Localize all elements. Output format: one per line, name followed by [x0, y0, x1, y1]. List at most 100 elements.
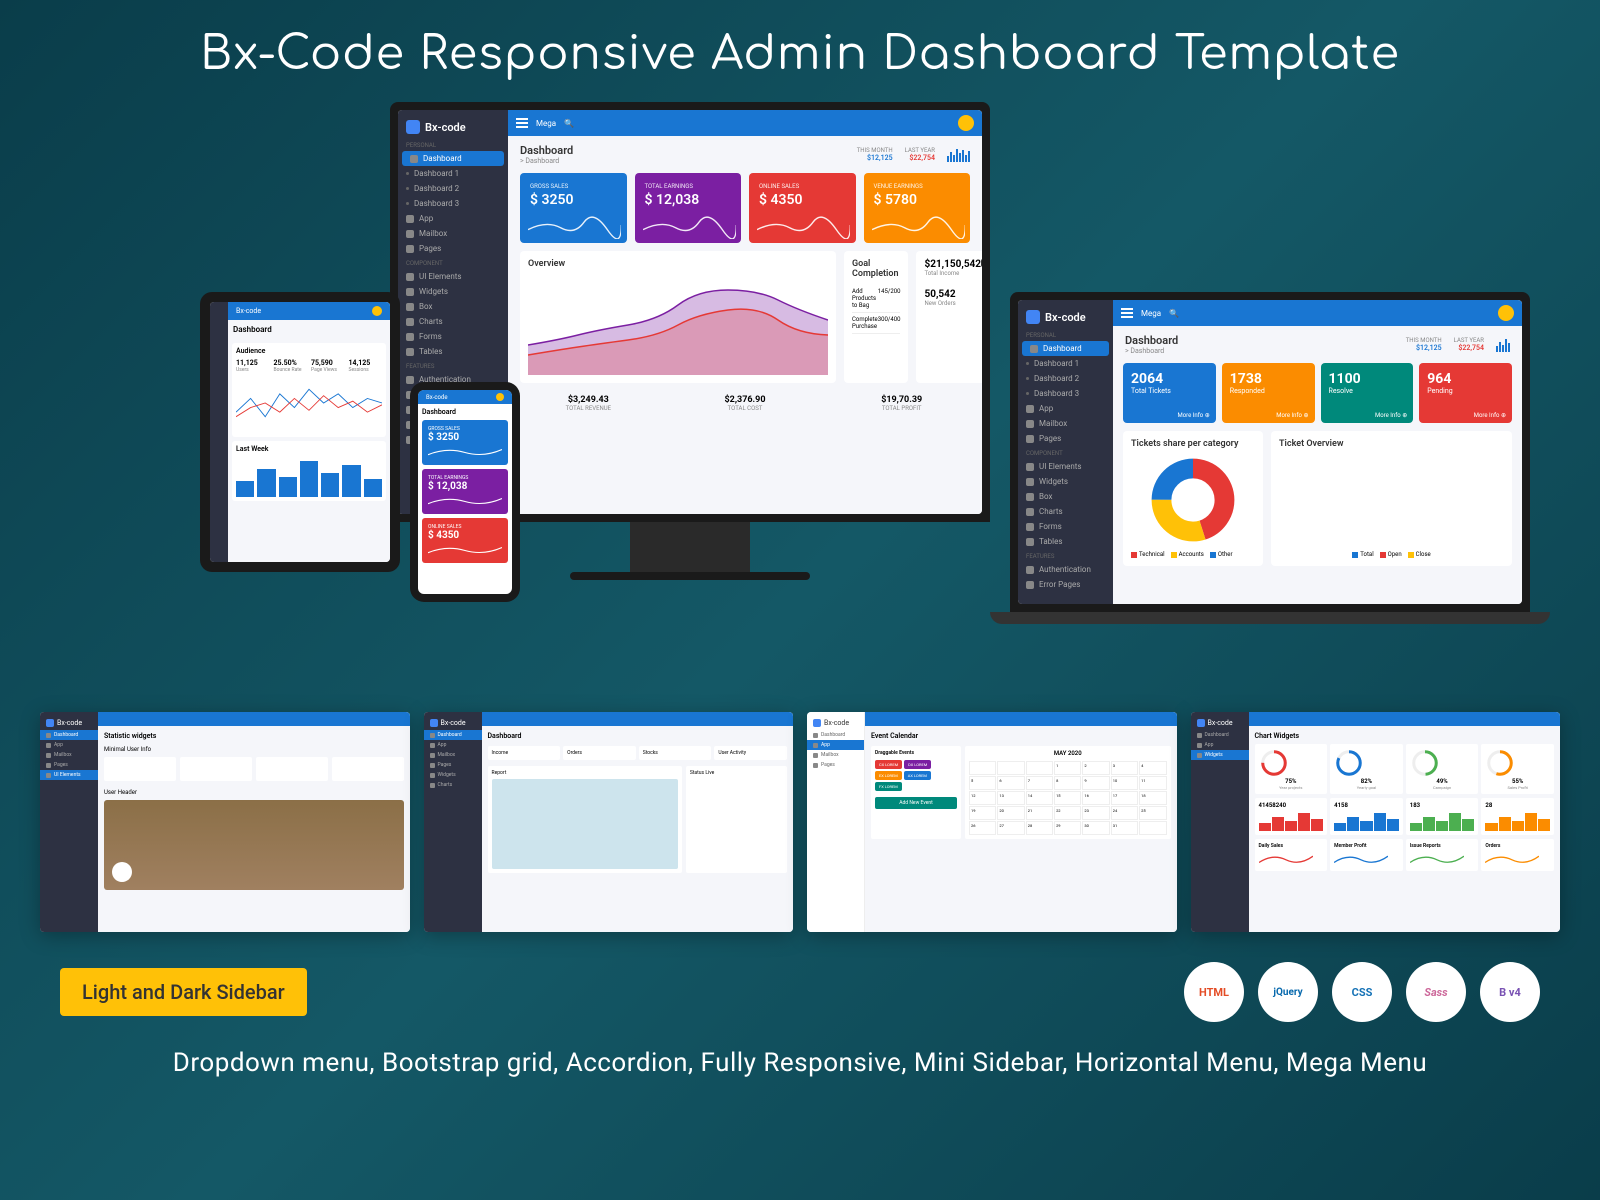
mega-menu[interactable]: Mega [536, 119, 556, 128]
lock-icon [406, 376, 414, 384]
calendar-cell[interactable]: 19 [969, 806, 996, 820]
main-title: Bx-Code Responsive Admin Dashboard Templ… [0, 0, 1600, 102]
revenue-stat: $3,249.43TOTAL REVENUE [520, 395, 657, 412]
calendar-cell[interactable]: 27 [997, 821, 1024, 835]
mini-chart-card: Daily Sales [1255, 839, 1328, 871]
calendar-cell[interactable]: 26 [969, 821, 996, 835]
calendar-cell[interactable]: 14 [1026, 791, 1053, 805]
mini-chart-card: Issue Reports [1406, 839, 1479, 871]
calendar-cell[interactable]: 20 [997, 806, 1024, 820]
menu-toggle-icon[interactable] [1121, 308, 1133, 318]
event-chip[interactable]: CX LOREM [875, 760, 902, 769]
calendar-cell[interactable]: 1 [1054, 761, 1081, 775]
css3-icon: CSS [1332, 962, 1392, 1022]
event-chip[interactable]: EX LOREM [875, 771, 902, 780]
phone-stat-card: TOTAL EARNINGS$ 12,038 [422, 469, 508, 514]
sidebar-section-component: COMPONENT [398, 256, 508, 269]
gauge-card: 75%Year projects [1255, 744, 1328, 794]
calendar-cell[interactable]: 6 [997, 776, 1024, 790]
app-icon [406, 215, 414, 223]
calendar-cell[interactable]: 9 [1082, 776, 1109, 790]
sass-icon: Sass [1406, 962, 1466, 1022]
calendar-cell[interactable]: 21 [1026, 806, 1053, 820]
box-icon [406, 303, 414, 311]
tablet-stat: 75,590Page Views [311, 359, 345, 373]
calendar-cell[interactable]: 15 [1054, 791, 1081, 805]
calendar-cell[interactable]: 2 [1082, 761, 1109, 775]
calendar-cell[interactable]: 5 [969, 776, 996, 790]
tech-badges: HTML jQuery CSS Sass B v4 [1184, 962, 1540, 1022]
add-event-button[interactable]: Add New Event [875, 797, 957, 809]
event-chip[interactable]: AX LOREM [904, 771, 931, 780]
tablet-stat: 14,125Sessions [349, 359, 383, 373]
calendar-cell[interactable]: 22 [1054, 806, 1081, 820]
calendar-cell[interactable]: 11 [1139, 776, 1166, 790]
stat-last-year: LAST YEAR$22,754 [905, 147, 935, 162]
sidebar-section-features: FEATURES [398, 359, 508, 372]
calendar-cell[interactable] [1139, 821, 1166, 835]
thumbnails-row: Bx-codeDashboardAppMailboxPagesUI Elemen… [40, 712, 1560, 932]
calendar-cell[interactable]: 7 [1026, 776, 1053, 790]
calendar-cell[interactable]: 12 [969, 791, 996, 805]
calendar-cell[interactable]: 17 [1111, 791, 1138, 805]
sidebar-item-box[interactable]: Box [398, 299, 508, 314]
sidebar-item-mailbox[interactable]: Mailbox [398, 226, 508, 241]
goal-card: Goal Completion Add Products to Bag145/2… [844, 251, 908, 383]
calendar-cell[interactable]: 24 [1111, 806, 1138, 820]
event-chip[interactable]: DX LOREM [904, 760, 931, 769]
widgets-icon [406, 288, 414, 296]
calendar-cell[interactable]: 13 [997, 791, 1024, 805]
sidebar-item-dashboard3[interactable]: Dashboard 3 [398, 196, 508, 211]
bar-chart-card: Ticket Overview TotalOpenClose [1271, 431, 1512, 566]
gauge-card: 49%Campaign [1406, 744, 1479, 794]
stat-card: ONLINE SALES$ 4350 [749, 173, 856, 243]
stat-card: TOTAL EARNINGS$ 12,038 [635, 173, 742, 243]
tablet-line-chart [236, 373, 382, 433]
search-icon[interactable]: 🔍 [564, 119, 574, 128]
sidebar-item-pages[interactable]: Pages [398, 241, 508, 256]
ticket-card: 964PendingMore Info ⊕ [1419, 363, 1512, 423]
calendar-cell[interactable]: 23 [1082, 806, 1109, 820]
mini-chart-card: Orders [1481, 839, 1554, 871]
sidebar-item-ui[interactable]: UI Elements [398, 269, 508, 284]
calendar-cell[interactable]: 18 [1139, 791, 1166, 805]
calendar-cell[interactable]: 31 [1111, 821, 1138, 835]
menu-toggle-icon[interactable] [516, 118, 528, 128]
sidebar-item-charts[interactable]: Charts [398, 314, 508, 329]
breadcrumb: > Dashboard [520, 157, 573, 165]
search-icon[interactable]: 🔍 [1169, 309, 1179, 318]
spark-card: 183 [1406, 798, 1479, 835]
calendar-cell[interactable] [969, 761, 996, 775]
sidebar-section-personal: PERSONAL [398, 138, 508, 151]
sidebar-item-forms[interactable]: Forms [398, 329, 508, 344]
calendar-cell[interactable]: 29 [1054, 821, 1081, 835]
mini-chart-card: Member Profit [1330, 839, 1403, 871]
calendar-cell[interactable]: 8 [1054, 776, 1081, 790]
sidebar-item-app[interactable]: App [398, 211, 508, 226]
laptop-frame: Bx-code PERSONAL Dashboard Dashboard 1 D… [1010, 292, 1530, 612]
spark-card: 28 [1481, 798, 1554, 835]
calendar-cell[interactable]: 30 [1082, 821, 1109, 835]
user-avatar[interactable] [958, 115, 974, 131]
calendar-cell[interactable]: 10 [1111, 776, 1138, 790]
calendar-cell[interactable] [1026, 761, 1053, 775]
calendar-cell[interactable]: 16 [1082, 791, 1109, 805]
sidebar-item-dashboard2[interactable]: Dashboard 2 [398, 181, 508, 196]
user-avatar[interactable] [1498, 305, 1514, 321]
bootstrap-icon: B v4 [1480, 962, 1540, 1022]
calendar-cell[interactable]: 28 [1026, 821, 1053, 835]
ticket-card: 1738RespondedMore Info ⊕ [1222, 363, 1315, 423]
event-chip[interactable]: FX LOREM [875, 782, 902, 791]
ticket-card: 2064Total TicketsMore Info ⊕ [1123, 363, 1216, 423]
sidebar-item-tables[interactable]: Tables [398, 344, 508, 359]
sidebar-item-widgets[interactable]: Widgets [398, 284, 508, 299]
logo-icon [406, 120, 420, 134]
calendar-cell[interactable]: 25 [1139, 806, 1166, 820]
devices-showcase: Bx-code PERSONAL Dashboard Dashboard 1 D… [40, 102, 1560, 682]
pages-icon [406, 245, 414, 253]
sidebar-item-dashboard1[interactable]: Dashboard 1 [398, 166, 508, 181]
sidebar-item-dashboard[interactable]: Dashboard [402, 151, 504, 166]
calendar-cell[interactable] [997, 761, 1024, 775]
calendar-cell[interactable]: 3 [1111, 761, 1138, 775]
calendar-cell[interactable]: 4 [1139, 761, 1166, 775]
